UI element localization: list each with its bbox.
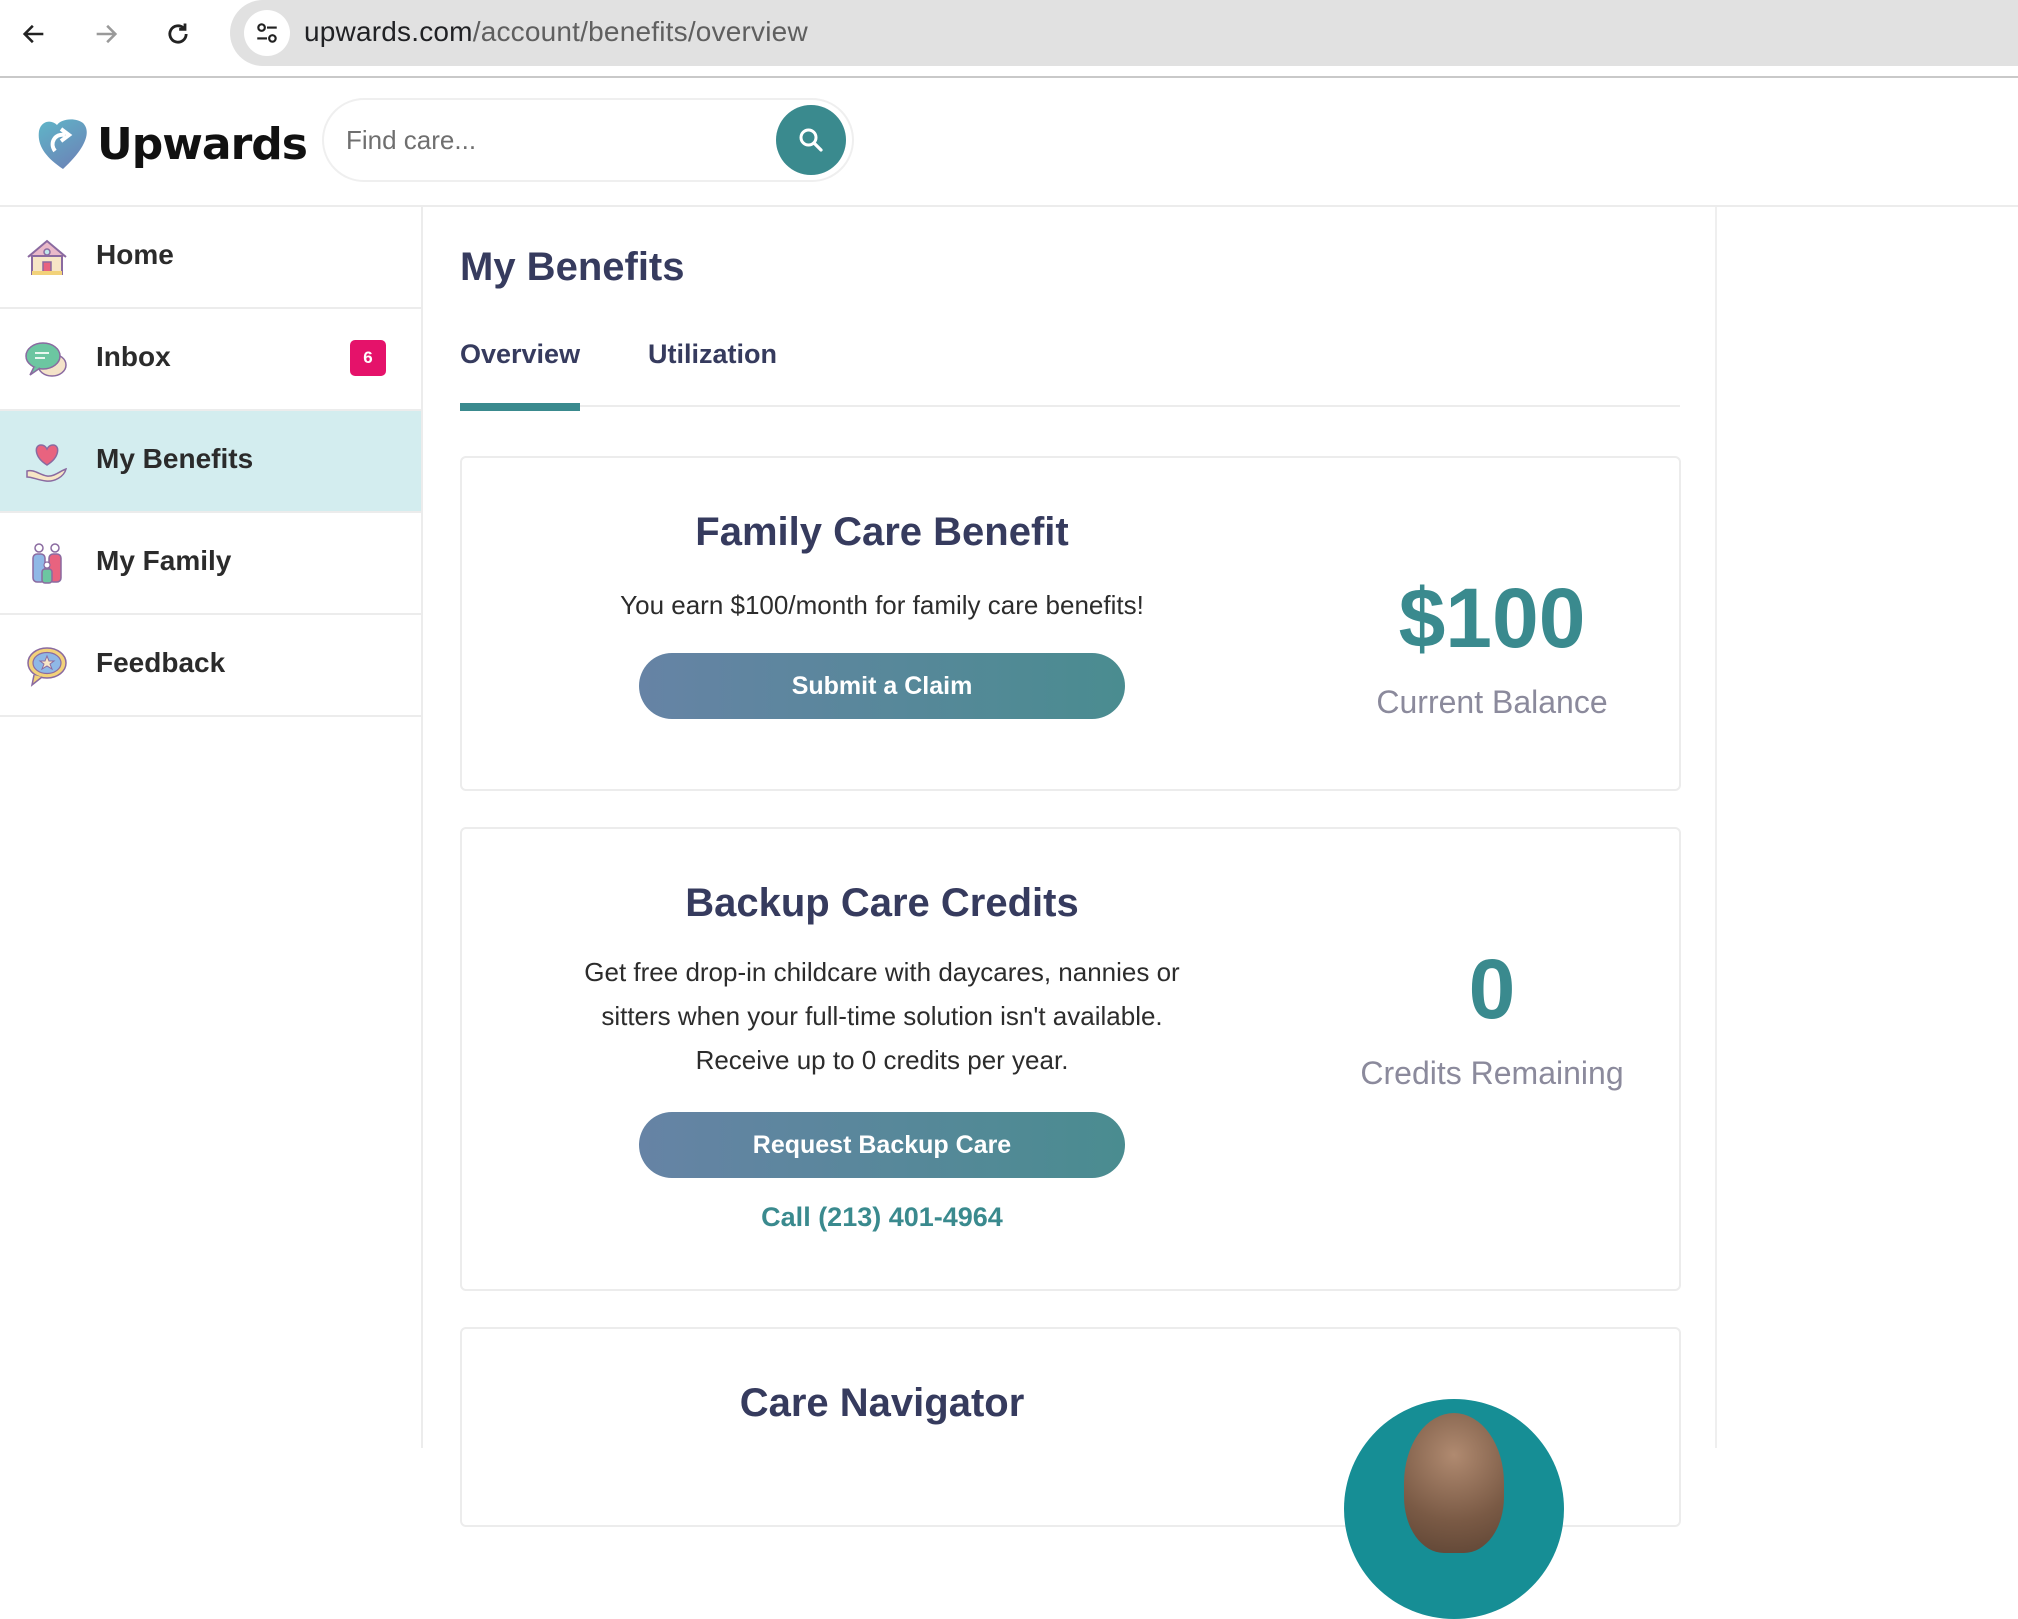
logo-text: Upwards <box>97 118 308 170</box>
upwards-logo[interactable]: Upwards <box>35 116 308 172</box>
submit-claim-button[interactable]: Submit a Claim <box>639 653 1125 719</box>
browser-toolbar: upwards.com/account/benefits/overview <box>0 0 2018 78</box>
search-icon <box>799 128 823 152</box>
sidebar-item-label: Feedback <box>96 647 226 678</box>
backup-care-credits-card: Backup Care Credits Get free drop-in chi… <box>460 827 1681 1291</box>
house-icon <box>27 239 67 275</box>
card-title: Backup Care Credits <box>685 881 1079 925</box>
credits-remaining-value: 0 <box>1468 942 1516 1036</box>
tune-icon <box>257 23 277 43</box>
card-description-line: sitters when your full-time solution isn… <box>601 1001 1163 1031</box>
address-bar[interactable]: upwards.com/account/benefits/overview <box>230 0 2018 66</box>
credits-remaining-label: Credits Remaining <box>1360 1055 1624 1091</box>
chat-bubbles-icon <box>25 342 67 377</box>
reload-button[interactable] <box>156 12 200 56</box>
sidebar-item-label: Inbox <box>96 341 171 372</box>
app-header: Upwards <box>0 80 2018 207</box>
card-title: Care Navigator <box>739 1381 1025 1425</box>
url-text[interactable]: upwards.com/account/benefits/overview <box>304 16 808 48</box>
forward-button[interactable] <box>84 12 128 56</box>
sidebar-item-label: Home <box>96 239 174 270</box>
card-description: You earn $100/month for family care bene… <box>620 590 1144 620</box>
sidebar-item-label: My Benefits <box>96 443 254 474</box>
upwards-logo-icon <box>38 119 87 169</box>
heart-hand-icon <box>26 444 68 482</box>
right-panel-divider <box>1715 207 1717 1448</box>
search-button[interactable] <box>776 105 846 175</box>
family-icon <box>32 543 62 584</box>
current-balance-label: Current Balance <box>1376 684 1608 720</box>
sidebar-item-home[interactable]: Home <box>0 207 421 309</box>
card-title: Family Care Benefit <box>695 510 1069 554</box>
tab-utilization[interactable]: Utilization <box>648 339 777 370</box>
current-balance-value: $100 <box>1398 571 1586 665</box>
url-path: /account/benefits/overview <box>472 16 808 47</box>
card-description-line: Get free drop-in childcare with daycares… <box>584 957 1180 987</box>
search-bar <box>322 98 854 182</box>
arrow-right-icon <box>96 24 118 44</box>
family-care-benefit-card: Family Care Benefit You earn $100/month … <box>460 456 1681 791</box>
arrow-left-icon <box>22 24 44 44</box>
page-title: My Benefits <box>460 245 685 289</box>
card-description-line: Receive up to 0 credits per year. <box>695 1045 1069 1075</box>
sidebar-item-feedback[interactable]: Feedback <box>0 615 421 717</box>
sidebar-item-inbox[interactable]: Inbox 6 <box>0 309 421 411</box>
sidebar-item-my-family[interactable]: My Family <box>0 513 421 615</box>
site-info-button[interactable] <box>244 10 290 56</box>
search-input[interactable] <box>346 118 746 162</box>
care-navigator-card: Care Navigator <box>460 1327 1681 1619</box>
inbox-unread-badge: 6 <box>350 340 386 376</box>
benefits-tabs: Overview Utilization <box>460 327 1680 411</box>
sidebar: Home Inbox 6 My Benefits My Family Feedb… <box>0 207 423 1448</box>
call-phone-link[interactable]: Call (213) 401-4964 <box>761 1202 1003 1232</box>
avatar-photo <box>1404 1413 1504 1553</box>
care-navigator-avatar <box>1344 1399 1564 1619</box>
request-backup-care-button[interactable]: Request Backup Care <box>639 1112 1125 1178</box>
back-button[interactable] <box>12 12 56 56</box>
url-host: upwards.com <box>304 16 473 47</box>
sidebar-item-label: My Family <box>96 545 232 576</box>
reload-icon <box>168 23 188 44</box>
tab-overview[interactable]: Overview <box>460 339 580 370</box>
star-speech-bubble-icon <box>27 647 67 687</box>
active-tab-indicator <box>460 403 580 411</box>
sidebar-item-my-benefits[interactable]: My Benefits <box>0 411 421 513</box>
